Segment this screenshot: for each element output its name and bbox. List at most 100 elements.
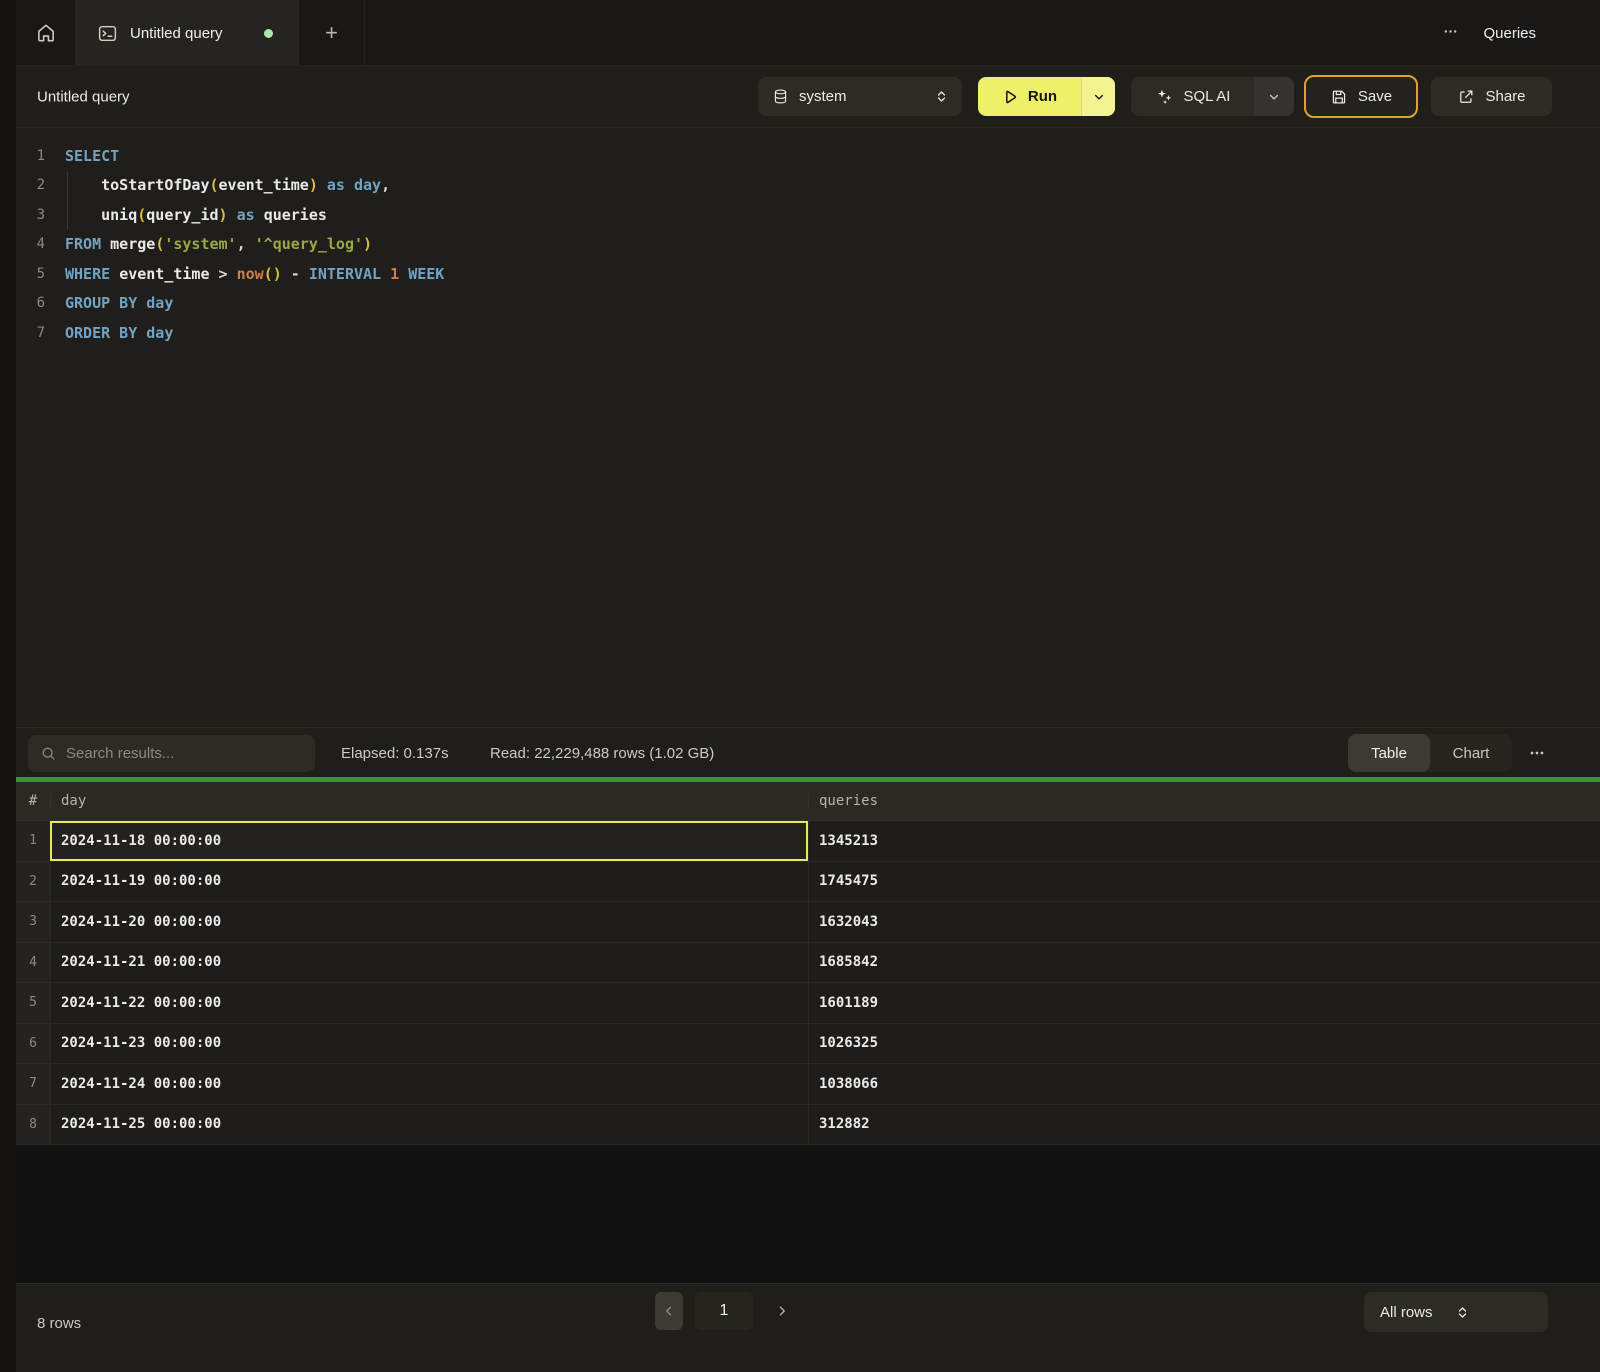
row-count: 8 rows [37, 1284, 81, 1362]
chevron-updown-icon [935, 89, 948, 104]
indent-guide [67, 172, 68, 229]
code-line[interactable]: 6GROUP BY day [16, 289, 1600, 319]
cell-day[interactable]: 2024-11-21 00:00:00 [50, 943, 808, 983]
table-row[interactable]: 82024-11-25 00:00:00312882 [16, 1105, 1600, 1146]
results-footer: 8 rows 1 All rows [16, 1283, 1600, 1372]
external-link-icon [1457, 88, 1475, 106]
table-row[interactable]: 12024-11-18 00:00:001345213 [16, 821, 1600, 862]
sql-ai-button-group: SQL AI [1131, 77, 1294, 116]
previous-page-button[interactable] [655, 1292, 683, 1330]
sql-ai-button[interactable]: SQL AI [1131, 77, 1254, 116]
table-row[interactable]: 62024-11-23 00:00:001026325 [16, 1024, 1600, 1065]
cell-queries[interactable]: 1745475 [808, 862, 1600, 902]
results-more-options-icon[interactable] [1528, 728, 1546, 778]
run-options-button[interactable] [1081, 77, 1115, 116]
cell-queries[interactable]: 1601189 [808, 983, 1600, 1023]
cell-queries[interactable]: 1026325 [808, 1024, 1600, 1064]
share-label: Share [1485, 88, 1525, 105]
tab-chart-view[interactable]: Chart [1430, 734, 1512, 772]
row-number: 8 [16, 1105, 50, 1145]
table-body: 12024-11-18 00:00:00134521322024-11-19 0… [16, 821, 1600, 1145]
code-line[interactable]: 4FROM merge('system', '^query_log') [16, 230, 1600, 260]
save-icon [1330, 88, 1348, 106]
run-label: Run [1028, 88, 1057, 105]
next-page-button[interactable] [768, 1292, 796, 1330]
cell-day[interactable]: 2024-11-25 00:00:00 [50, 1105, 808, 1145]
row-number: 6 [16, 1024, 50, 1064]
cell-day[interactable]: 2024-11-23 00:00:00 [50, 1024, 808, 1064]
cell-queries[interactable]: 1685842 [808, 943, 1600, 983]
code-line[interactable]: 7ORDER BY day [16, 318, 1600, 348]
results-table: # day queries 12024-11-18 00:00:00134521… [16, 782, 1600, 1145]
sql-editor[interactable]: 1SELECT2 toStartOfDay(event_time) as day… [16, 128, 1600, 727]
home-button[interactable] [16, 0, 75, 66]
cell-day[interactable]: 2024-11-20 00:00:00 [50, 902, 808, 942]
new-tab-button[interactable]: + [299, 0, 365, 66]
more-options-icon[interactable] [1442, 23, 1459, 44]
queries-link[interactable]: Queries [1483, 25, 1536, 42]
column-header-queries[interactable]: queries [808, 793, 1600, 809]
cell-day[interactable]: 2024-11-24 00:00:00 [50, 1064, 808, 1104]
table-row[interactable]: 52024-11-22 00:00:001601189 [16, 983, 1600, 1024]
database-icon [772, 88, 789, 105]
chevron-down-icon [1268, 91, 1280, 103]
tab-untitled-query[interactable]: Untitled query [75, 0, 299, 66]
code-text: WHERE event_time > now() - INTERVAL 1 WE… [45, 265, 444, 283]
row-number: 1 [16, 821, 50, 861]
tab-bar: Untitled query + Queries [16, 0, 1600, 66]
column-header-index[interactable]: # [16, 793, 50, 809]
code-line[interactable]: 5WHERE event_time > now() - INTERVAL 1 W… [16, 259, 1600, 289]
search-results-input[interactable] [66, 745, 303, 762]
code-text: SELECT [45, 147, 119, 165]
left-rail [0, 0, 16, 1372]
share-button[interactable]: Share [1431, 77, 1552, 116]
run-button[interactable]: Run [978, 77, 1081, 116]
row-number: 2 [16, 862, 50, 902]
line-number: 4 [16, 236, 45, 252]
sparkles-icon [1155, 87, 1174, 106]
search-results-box[interactable] [28, 735, 315, 772]
code-line[interactable]: 3 uniq(query_id) as queries [16, 200, 1600, 230]
table-row[interactable]: 72024-11-24 00:00:001038066 [16, 1064, 1600, 1105]
current-page-button[interactable]: 1 [695, 1292, 753, 1330]
sql-ai-options-button[interactable] [1254, 77, 1294, 116]
elapsed-stat: Elapsed: 0.137s [341, 728, 449, 778]
code-text: GROUP BY day [45, 294, 173, 312]
code-line[interactable]: 1SELECT [16, 141, 1600, 171]
code-text: ORDER BY day [45, 324, 173, 342]
code-text: toStartOfDay(event_time) as day, [45, 176, 390, 194]
row-number: 4 [16, 943, 50, 983]
terminal-icon [97, 23, 118, 44]
code-line[interactable]: 2 toStartOfDay(event_time) as day, [16, 171, 1600, 201]
cell-day[interactable]: 2024-11-22 00:00:00 [50, 983, 808, 1023]
cell-queries[interactable]: 1632043 [808, 902, 1600, 942]
cell-day-selected[interactable]: 2024-11-18 00:00:00 [50, 821, 808, 861]
unsaved-indicator-dot [264, 29, 273, 38]
results-toolbar: Elapsed: 0.137s Read: 22,229,488 rows (1… [16, 727, 1600, 777]
cell-queries[interactable]: 312882 [808, 1105, 1600, 1145]
page-size-select[interactable]: All rows [1364, 1292, 1548, 1332]
tab-title: Untitled query [130, 25, 252, 42]
line-number: 6 [16, 295, 45, 311]
table-row[interactable]: 22024-11-19 00:00:001745475 [16, 862, 1600, 903]
cell-day[interactable]: 2024-11-19 00:00:00 [50, 862, 808, 902]
table-header-row: # day queries [16, 782, 1600, 821]
row-number: 7 [16, 1064, 50, 1104]
page-size-value: All rows [1380, 1304, 1456, 1321]
row-number: 5 [16, 983, 50, 1023]
tab-table-view[interactable]: Table [1348, 734, 1430, 772]
row-number: 3 [16, 902, 50, 942]
line-number: 2 [16, 177, 45, 193]
chevron-down-icon [1093, 91, 1105, 103]
sql-ai-label: SQL AI [1184, 88, 1231, 105]
cell-queries[interactable]: 1038066 [808, 1064, 1600, 1104]
query-header: Untitled query system Run SQL AI [16, 66, 1600, 128]
table-row[interactable]: 32024-11-20 00:00:001632043 [16, 902, 1600, 943]
code-lines: 1SELECT2 toStartOfDay(event_time) as day… [16, 141, 1600, 348]
save-button[interactable]: Save [1304, 75, 1418, 118]
column-header-day[interactable]: day [50, 793, 808, 809]
cell-queries[interactable]: 1345213 [808, 821, 1600, 861]
save-label: Save [1358, 88, 1392, 105]
database-select[interactable]: system [758, 77, 962, 116]
table-row[interactable]: 42024-11-21 00:00:001685842 [16, 943, 1600, 984]
